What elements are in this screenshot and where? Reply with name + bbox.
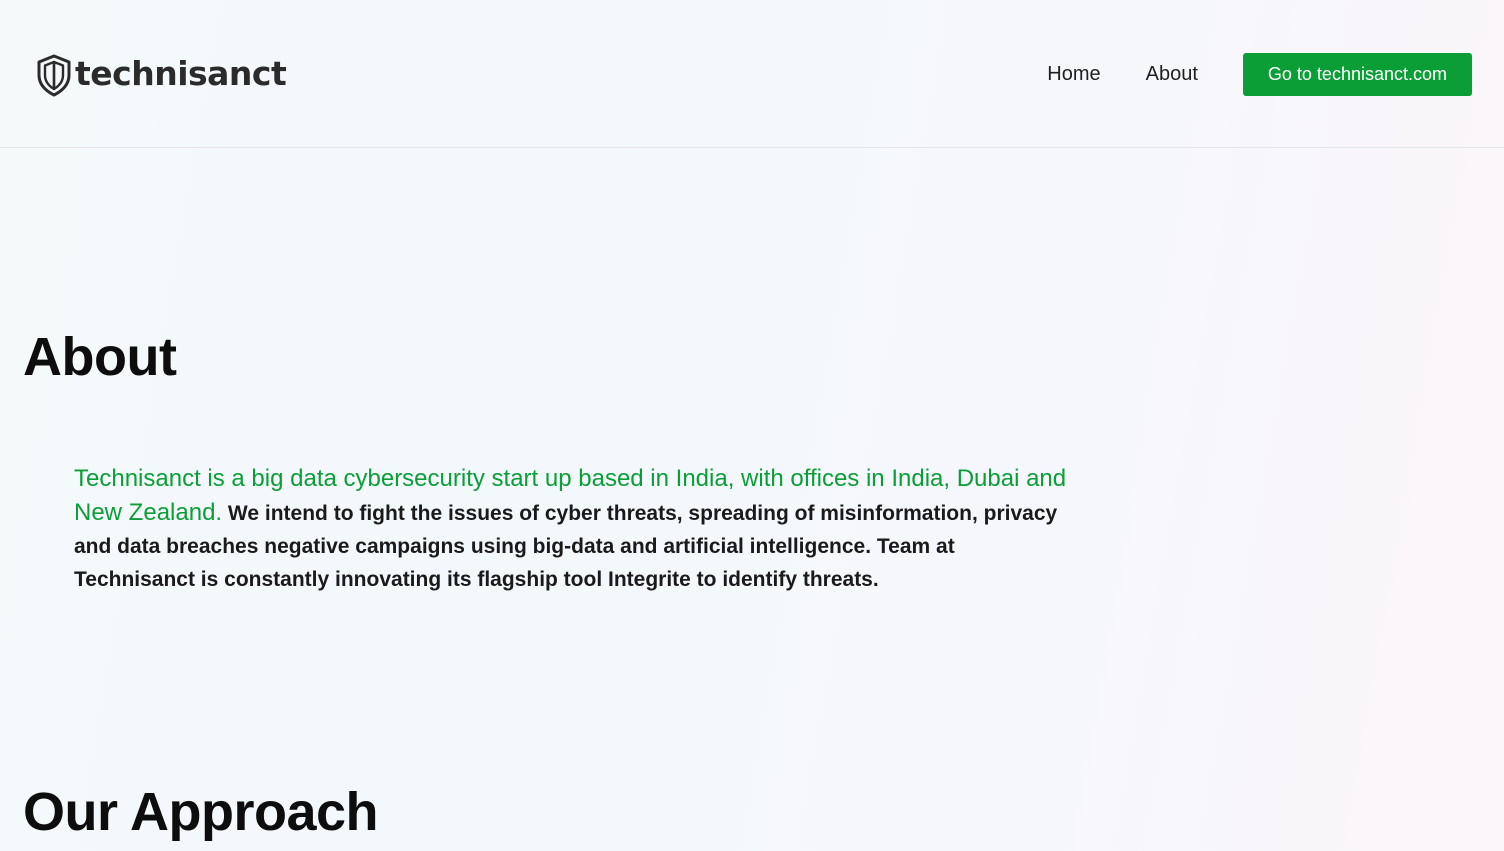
logo-link[interactable]: technisanct	[36, 53, 287, 97]
nav-link-about[interactable]: About	[1146, 63, 1198, 86]
about-paragraph: Technisanct is a big data cybersecurity …	[74, 462, 1074, 596]
logo-text: technisanct	[75, 54, 287, 93]
nav-link-home[interactable]: Home	[1047, 63, 1100, 86]
approach-heading: Our Approach	[23, 782, 379, 842]
site-header: technisanct Home About Go to technisanct…	[0, 0, 1504, 148]
about-body-text: We intend to fight the issues of cyber t…	[74, 502, 1058, 591]
shield-icon	[37, 54, 71, 97]
go-to-site-button[interactable]: Go to technisanct.com	[1242, 53, 1472, 96]
main-nav: Home About Go to technisanct.com	[1047, 53, 1472, 96]
about-heading: About	[23, 327, 177, 387]
